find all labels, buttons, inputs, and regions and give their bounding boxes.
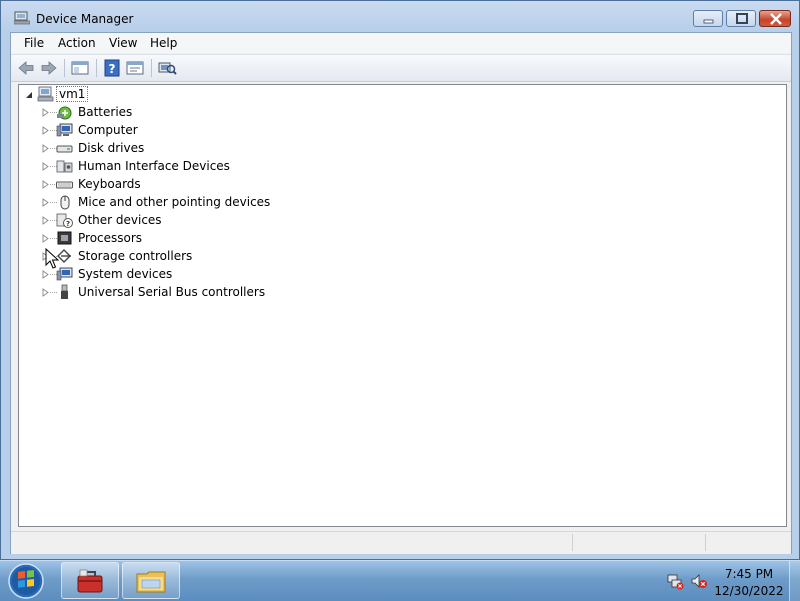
expand-arrow-icon[interactable] <box>41 198 50 207</box>
forward-arrow-icon[interactable] <box>39 58 59 78</box>
client-area: File Action View Help ? vm1 Batteries Co… <box>10 32 792 554</box>
device-tree[interactable]: vm1 Batteries Computer Disk drives Human In… <box>18 84 787 527</box>
tree-node[interactable]: Human Interface Devices <box>19 158 319 175</box>
collapse-arrow-icon[interactable] <box>25 91 34 100</box>
expand-arrow-icon[interactable] <box>41 288 50 297</box>
expand-arrow-icon[interactable] <box>41 216 50 225</box>
back-arrow-icon[interactable] <box>16 58 36 78</box>
svg-text:?: ? <box>66 220 70 228</box>
toolbar: ? <box>11 54 791 82</box>
tree-node-label[interactable]: Storage controllers <box>78 249 192 263</box>
tree-node[interactable]: Mice and other pointing devices <box>19 194 319 211</box>
toolbar-separator <box>96 59 97 77</box>
taskbar-app-explorer[interactable] <box>122 562 180 599</box>
hid-icon <box>56 160 73 173</box>
file-explorer-icon <box>136 571 166 593</box>
tree-node-label[interactable]: Computer <box>78 123 138 137</box>
tree-root-label[interactable]: vm1 <box>56 86 89 102</box>
clock-date[interactable]: 12/30/2022 <box>712 584 786 598</box>
tree-node-label[interactable]: Universal Serial Bus controllers <box>78 285 265 299</box>
maximize-button[interactable] <box>726 10 756 27</box>
tree-root-node[interactable]: vm1 <box>19 86 319 103</box>
menu-action[interactable]: Action <box>58 36 96 50</box>
mouse-icon <box>60 195 70 210</box>
volume-muted-icon[interactable] <box>690 572 708 590</box>
tree-node-label[interactable]: Keyboards <box>78 177 141 191</box>
tree-node-label[interactable]: System devices <box>78 267 172 281</box>
minimize-button[interactable] <box>693 10 723 27</box>
status-pane-divider <box>572 534 574 551</box>
tree-node[interactable]: Processors <box>19 230 319 247</box>
tree-node[interactable]: Storage controllers <box>19 248 319 265</box>
tree-node[interactable]: Disk drives <box>19 140 319 157</box>
console-tree-icon[interactable] <box>70 58 90 78</box>
status-pane-divider <box>705 534 707 551</box>
tree-node-label[interactable]: Human Interface Devices <box>78 159 230 173</box>
device-manager-icon <box>14 11 30 25</box>
tree-node[interactable]: Batteries <box>19 104 319 121</box>
menu-file[interactable]: File <box>24 36 44 50</box>
menu-bar: File Action View Help <box>11 33 791 53</box>
mouse-pointer-icon <box>45 248 59 269</box>
expand-arrow-icon[interactable] <box>41 270 50 279</box>
usb-icon <box>61 284 68 299</box>
computer-root-icon <box>37 86 54 102</box>
device-manager-window: Device Manager File Action View Help ? v… <box>0 0 800 560</box>
window-title: Device Manager <box>36 12 134 26</box>
expand-arrow-icon[interactable] <box>41 180 50 189</box>
close-button[interactable] <box>759 10 791 27</box>
properties-icon[interactable] <box>125 58 145 78</box>
title-bar[interactable]: Device Manager <box>1 1 799 31</box>
tree-node-label[interactable]: Processors <box>78 231 142 245</box>
svg-text:?: ? <box>109 62 116 76</box>
expand-arrow-icon[interactable] <box>41 144 50 153</box>
battery-icon <box>57 106 72 120</box>
tree-node[interactable]: System devices <box>19 266 319 283</box>
toolbar-separator <box>151 59 152 77</box>
taskbar: 7:45 PM 12/30/2022 <box>0 560 800 601</box>
disk-drive-icon <box>56 145 73 153</box>
toolbox-icon <box>77 569 103 593</box>
expand-arrow-icon[interactable] <box>41 162 50 171</box>
expand-arrow-icon[interactable] <box>41 126 50 135</box>
menu-view[interactable]: View <box>109 36 137 50</box>
processor-icon <box>57 231 72 245</box>
toolbar-separator <box>64 59 65 77</box>
help-icon[interactable]: ? <box>102 58 122 78</box>
tree-node-label[interactable]: Other devices <box>78 213 162 227</box>
tree-node[interactable]: Computer <box>19 122 319 139</box>
scan-hardware-icon[interactable] <box>157 58 177 78</box>
tree-node[interactable]: Universal Serial Bus controllers <box>19 284 319 301</box>
tree-node-label[interactable]: Mice and other pointing devices <box>78 195 270 209</box>
start-button[interactable] <box>6 562 46 600</box>
menu-help[interactable]: Help <box>150 36 177 50</box>
expand-arrow-icon[interactable] <box>41 234 50 243</box>
computer-icon <box>56 123 73 137</box>
clock-time[interactable]: 7:45 PM <box>718 567 780 581</box>
network-icon[interactable] <box>666 572 684 590</box>
taskbar-app-toolbox[interactable] <box>61 562 119 599</box>
tree-node[interactable]: Keyboards <box>19 176 319 193</box>
unknown-device-icon: ? <box>56 213 73 228</box>
status-bar <box>11 531 791 554</box>
tree-node[interactable]: ? Other devices <box>19 212 319 229</box>
keyboard-icon <box>56 181 73 189</box>
show-desktop-button[interactable] <box>789 561 800 601</box>
expand-arrow-icon[interactable] <box>41 108 50 117</box>
tree-node-label[interactable]: Disk drives <box>78 141 144 155</box>
tree-node-label[interactable]: Batteries <box>78 105 132 119</box>
